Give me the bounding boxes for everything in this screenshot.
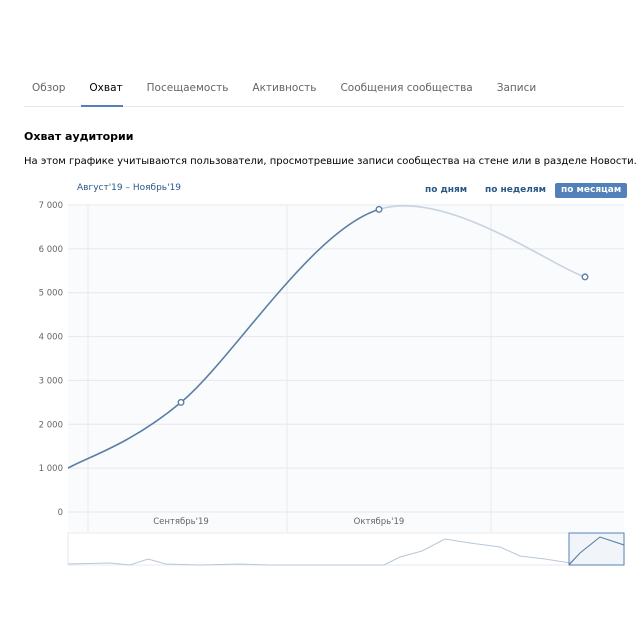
- y-tick-label: 5 000: [39, 289, 63, 299]
- switch-by-days[interactable]: по дням: [419, 183, 473, 198]
- y-tick-label: 0: [58, 508, 63, 518]
- y-tick-label: 1 000: [39, 464, 63, 474]
- tab-reach[interactable]: Охват: [81, 78, 123, 107]
- section-description: На этом графике учитываются пользователи…: [24, 156, 637, 167]
- switch-by-weeks[interactable]: по неделям: [479, 183, 552, 198]
- y-tick-label: 6 000: [39, 245, 63, 255]
- tab-attendance[interactable]: Посещаемость: [139, 78, 229, 101]
- series-line-projected: [378, 205, 586, 278]
- plot-area: [68, 205, 624, 532]
- y-tick-label: 7 000: [39, 201, 63, 211]
- tab-overview[interactable]: Обзор: [24, 78, 65, 101]
- y-tick-label: 2 000: [39, 420, 63, 430]
- switch-by-months[interactable]: по месяцам: [555, 183, 628, 198]
- tab-community-messages[interactable]: Сообщения сообщества: [332, 78, 472, 101]
- tabs-bar: Обзор Охват Посещаемость Активность Сооб…: [24, 78, 624, 107]
- series-line-actual: [67, 208, 380, 469]
- chart-navigator[interactable]: [67, 532, 625, 566]
- y-tick-label: 3 000: [39, 376, 63, 386]
- navigator-window: [568, 532, 625, 566]
- y-tick-label: 4 000: [39, 333, 63, 343]
- navigator-frame: [67, 532, 625, 566]
- x-tick-label: Сентябрь'19: [153, 517, 209, 527]
- navigator-line: [67, 536, 625, 566]
- navigator-selected-line: [568, 536, 625, 566]
- section-title: Охват аудитории: [24, 130, 134, 143]
- period-label[interactable]: Август'19 – Ноябрь'19: [77, 183, 181, 193]
- data-point: [581, 273, 589, 281]
- tab-activity[interactable]: Активность: [244, 78, 316, 101]
- tab-posts[interactable]: Записи: [489, 78, 536, 101]
- data-point: [177, 398, 185, 406]
- data-point: [375, 205, 383, 213]
- x-tick-label: Октябрь'19: [354, 517, 405, 527]
